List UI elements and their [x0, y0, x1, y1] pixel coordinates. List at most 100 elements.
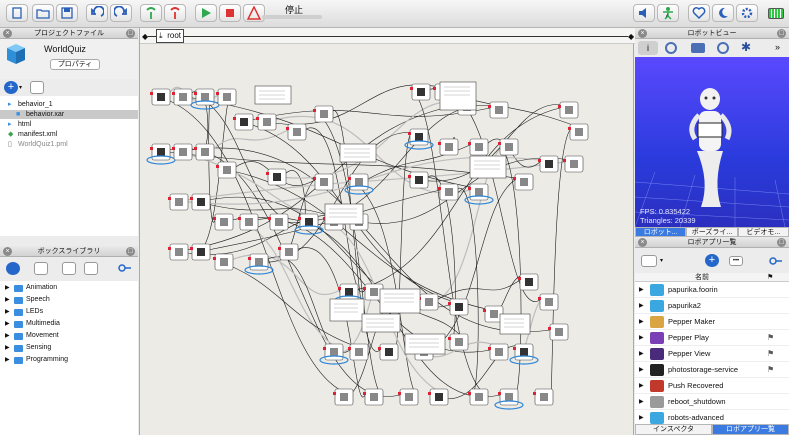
expand-arrow-icon[interactable]: ▶ — [5, 307, 10, 317]
behavior-box[interactable] — [216, 88, 237, 106]
behavior-box[interactable] — [558, 101, 579, 119]
volume-icon[interactable] — [633, 4, 655, 22]
behavior-box[interactable] — [168, 193, 189, 211]
tree-item[interactable]: ▯ WorldQuiz1.pml — [0, 140, 138, 149]
behavior-box[interactable] — [563, 155, 584, 173]
behavior-box[interactable] — [488, 343, 509, 361]
add-icon[interactable]: + — [4, 81, 18, 94]
switch-case-box[interactable] — [329, 298, 365, 322]
float-icon[interactable]: □ — [777, 238, 786, 247]
tree-item[interactable]: ◆ manifest.xml — [0, 130, 138, 139]
expand-arrow-icon[interactable]: ▶ — [639, 362, 644, 378]
app-row[interactable]: ▶ ⚑ photostorage-service — [635, 362, 789, 378]
behavior-box[interactable] — [194, 143, 215, 161]
behavior-box[interactable] — [468, 388, 489, 406]
camera-icon[interactable] — [691, 43, 705, 53]
warning-icon[interactable] — [243, 4, 265, 22]
behavior-box[interactable] — [256, 113, 277, 131]
behavior-box[interactable] — [319, 343, 349, 365]
expand-arrow-icon[interactable]: ▶ — [639, 394, 644, 410]
behavior-box[interactable] — [448, 333, 469, 351]
library-category[interactable]: ▶ Movement — [0, 331, 138, 341]
expand-arrow-icon[interactable]: ▶ — [5, 295, 10, 305]
switch-case-box[interactable] — [499, 313, 531, 335]
search-icon[interactable] — [118, 263, 132, 274]
behavior-box[interactable] — [266, 168, 287, 186]
flag-column-icon[interactable]: ⚑ — [767, 273, 773, 282]
library-category[interactable]: ▶ Programming — [0, 355, 138, 365]
behavior-box[interactable] — [428, 388, 449, 406]
expand-arrow-icon[interactable]: ▶ — [5, 283, 10, 293]
expand-arrow-icon[interactable]: ▶ — [5, 319, 10, 329]
behavior-box[interactable] — [278, 243, 299, 261]
float-icon[interactable]: □ — [126, 247, 135, 256]
behavior-box[interactable] — [216, 161, 237, 179]
behavior-box[interactable] — [190, 193, 211, 211]
close-icon[interactable]: × — [3, 29, 12, 38]
behavior-box[interactable] — [464, 183, 494, 205]
behavior-box[interactable] — [313, 105, 334, 123]
library-category[interactable]: ▶ Sensing — [0, 343, 138, 353]
connect-robot-icon[interactable] — [140, 4, 162, 22]
info-icon[interactable]: i — [638, 41, 658, 55]
tree-item[interactable]: ▸ behavior_1 — [0, 100, 138, 109]
app-row[interactable]: ▶ papurika2 — [635, 298, 789, 314]
behavior-box[interactable] — [448, 298, 469, 316]
behavior-box[interactable] — [438, 138, 459, 156]
behavior-box[interactable] — [168, 243, 189, 261]
expand-arrow-icon[interactable]: ▶ — [639, 282, 644, 298]
behavior-box[interactable] — [518, 273, 539, 291]
search-icon[interactable] — [769, 256, 783, 267]
rest-icon[interactable] — [712, 4, 734, 22]
name-column[interactable]: 名前 — [695, 273, 709, 282]
behavior-box[interactable] — [408, 171, 429, 189]
float-icon[interactable]: □ — [777, 29, 786, 38]
expand-arrow-icon[interactable]: ▶ — [5, 355, 10, 365]
switch-case-box[interactable] — [469, 155, 507, 179]
behavior-box[interactable] — [146, 143, 176, 165]
behavior-box[interactable] — [333, 388, 354, 406]
redo-icon[interactable] — [110, 4, 132, 22]
library-category[interactable]: ▶ Multimedia — [0, 319, 138, 329]
behavior-box[interactable] — [509, 343, 539, 365]
save-icon[interactable] — [56, 4, 78, 22]
behavior-box[interactable] — [348, 343, 369, 361]
behavior-box[interactable] — [172, 143, 193, 161]
import-icon[interactable] — [62, 262, 76, 275]
behavior-box[interactable] — [513, 173, 534, 191]
expand-arrow-icon[interactable]: ▶ — [639, 410, 644, 424]
library-category[interactable]: ▶ Speech — [0, 295, 138, 305]
float-icon[interactable]: □ — [126, 29, 135, 38]
behavior-box[interactable] — [190, 243, 211, 261]
panel-tab[interactable]: ロボアプリ一覧 — [712, 424, 789, 435]
play-icon[interactable] — [195, 4, 217, 22]
library-category[interactable]: ▶ Animation — [0, 283, 138, 293]
app-row[interactable]: ▶ Pepper Maker — [635, 314, 789, 330]
library-category[interactable]: ▶ LEDs — [0, 307, 138, 317]
behavior-box[interactable] — [548, 323, 569, 341]
pose-icon[interactable] — [717, 42, 729, 54]
panel-tab[interactable]: ロボット... — [635, 227, 687, 237]
install-icon[interactable] — [641, 255, 657, 267]
expand-arrow-icon[interactable]: ▶ — [639, 346, 644, 362]
panel-tab[interactable]: インスペクタ — [635, 424, 712, 435]
behavior-box[interactable] — [268, 213, 289, 231]
tree-item[interactable]: ▸ html — [0, 120, 138, 129]
behavior-box[interactable] — [533, 388, 554, 406]
app-row[interactable]: ▶ papurika.foorin — [635, 282, 789, 298]
behavior-box[interactable] — [150, 88, 171, 106]
panel-tab[interactable]: ポーズライ... — [686, 227, 738, 237]
dropdown-icon[interactable]: ▾ — [660, 257, 663, 264]
expand-arrow-icon[interactable]: ▶ — [639, 330, 644, 346]
app-row[interactable]: ▶ ⚑ Pepper View — [635, 346, 789, 362]
switch-case-box[interactable] — [324, 203, 364, 225]
switch-case-box[interactable] — [439, 81, 477, 111]
behavior-box[interactable] — [294, 213, 324, 235]
app-row[interactable]: ▶ ⚑ Pepper Play — [635, 330, 789, 346]
behavior-box[interactable] — [468, 138, 489, 156]
behavior-box[interactable] — [378, 343, 399, 361]
switch-case-box[interactable] — [379, 288, 421, 314]
open-folder-icon[interactable] — [32, 4, 54, 22]
stop-icon[interactable] — [219, 4, 241, 22]
add-box-icon[interactable] — [6, 262, 20, 275]
